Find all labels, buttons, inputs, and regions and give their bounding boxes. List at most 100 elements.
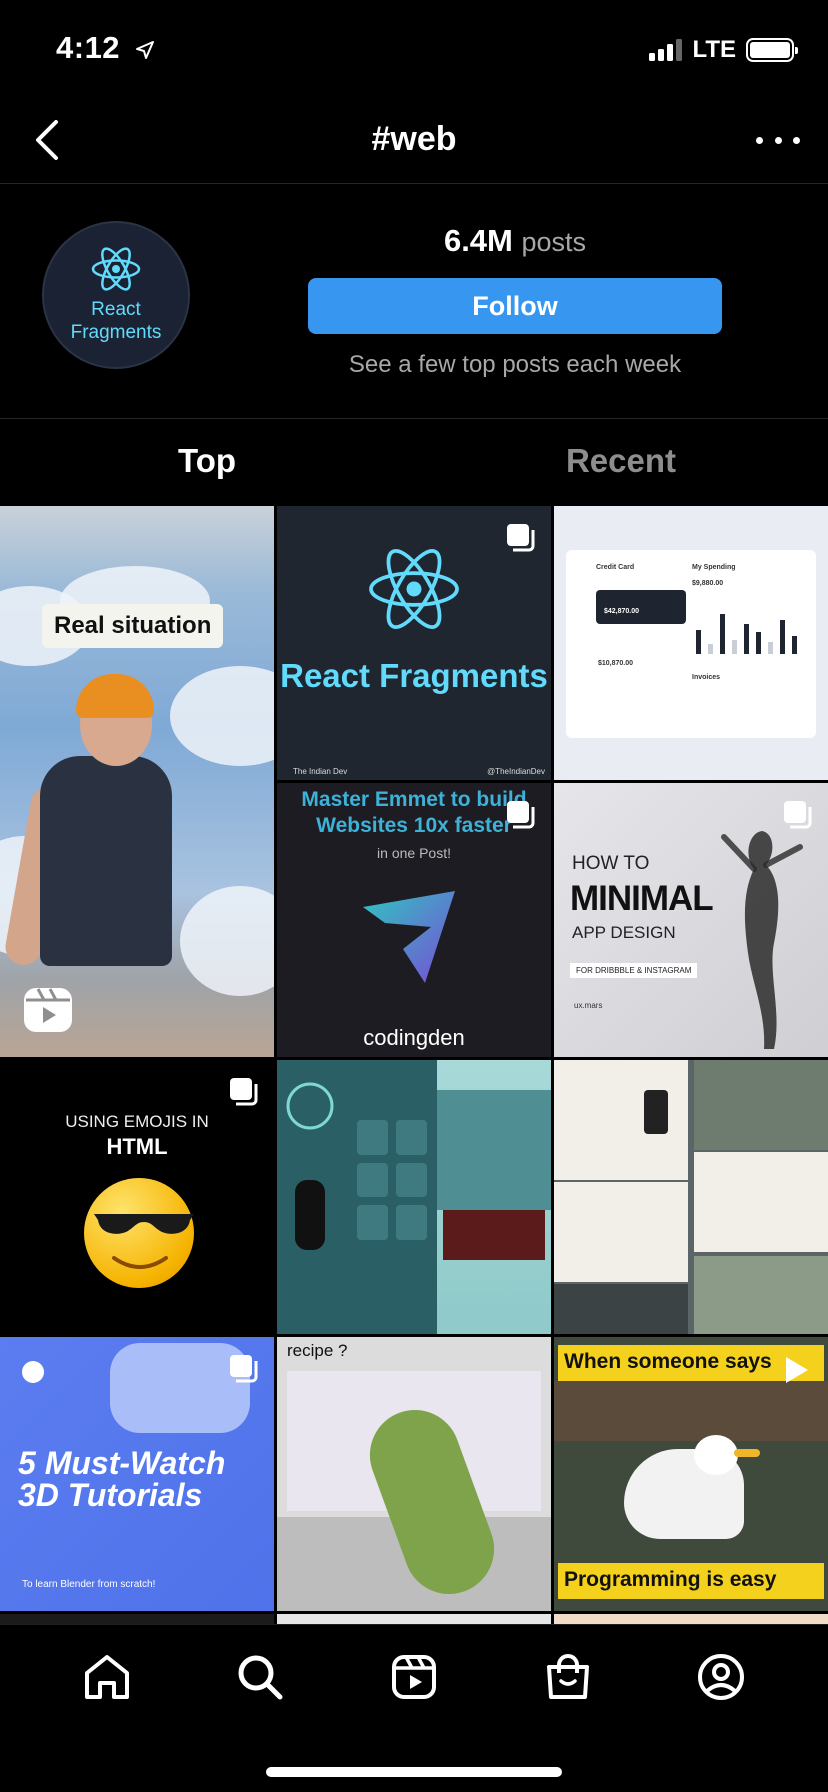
post-text: in one Post! [377,845,451,861]
carousel-icon [507,524,535,552]
post-tile[interactable]: recipe ? [277,1337,551,1611]
dashboard-amount: $10,870.00 [598,660,634,667]
post-tile[interactable]: React Fragments The Indian Dev @TheIndia… [277,506,551,780]
control-grid [357,1120,427,1240]
top-nav: #web [0,100,828,184]
avatar-label: React Fragments [70,299,162,343]
more-dot-icon [774,136,782,144]
post-text: recipe ? [287,1341,348,1360]
carousel-icon [230,1355,258,1383]
post-text: HTML [106,1134,168,1159]
reels-icon [391,1655,436,1699]
post-brand: codingden [363,1025,465,1050]
next-row-peek [0,1614,274,1624]
hashtag-header: React Fragments 6.4M posts Follow See a … [0,185,828,419]
status-time: 4:12 [56,30,155,68]
more-options-button[interactable] [756,122,800,158]
post-caption: Real situation [42,604,224,648]
carousel-icon [230,1078,258,1106]
meme-caption: Programming is easy [558,1563,824,1599]
design-page [554,1182,688,1282]
post-text: FOR DRIBBBLE & INSTAGRAM [570,963,698,978]
next-row-peek [554,1614,828,1624]
card-graphic [596,590,686,624]
follow-subtitle: See a few top posts each week [348,351,682,378]
design-page [554,1284,688,1334]
post-text: 5 Must-Watch 3D Tutorials [18,1445,226,1513]
carousel-icon [784,801,812,829]
sunglasses-icon [94,1214,194,1234]
home-indicator[interactable] [266,1767,562,1777]
post-text: MINIMAL [570,879,714,918]
avatar [22,1361,44,1383]
post-tile[interactable]: Credit Card $42,870.00 $10,870.00 My Spe… [554,506,828,780]
dashboard-label: My Spending [692,564,736,571]
post-text: To learn Blender from scratch! [22,1579,156,1590]
dashboard-panel: Credit Card $42,870.00 $10,870.00 My Spe… [566,550,816,738]
dashboard-label: Credit Card [596,564,635,571]
react-logo-icon [91,247,141,291]
seagull-head [694,1435,738,1475]
design-page [694,1152,828,1252]
post-tile[interactable]: 5 Must-Watch 3D Tutorials To learn Blend… [0,1337,274,1611]
post-text: ux.mars [574,1001,603,1010]
dashboard-amount: $42,870.00 [604,608,640,615]
tab-profile[interactable] [693,1649,749,1705]
home-icon [84,1655,129,1699]
tab-top[interactable]: Top [0,420,414,506]
tab-shop[interactable] [540,1649,596,1705]
post-tile[interactable]: Master Emmet to build Websites 10x faste… [277,783,551,1057]
shopping-bag-icon [546,1654,589,1699]
post-tile[interactable] [277,1060,551,1334]
post-count: 6.4M posts [308,223,722,259]
hashtag-avatar: React Fragments [42,221,190,369]
design-page [694,1060,828,1150]
post-text: USING EMOJIS IN [65,1112,209,1131]
cloud-shape [170,666,274,766]
bottom-tab-bar [0,1624,828,1792]
reel-icon [22,986,74,1039]
emoji-smile [112,1256,168,1269]
background-roof [554,1381,828,1441]
search-icon [238,1655,283,1700]
next-row-peek [277,1614,551,1624]
network-label: LTE [692,36,736,63]
feed-tabs: Top Recent [0,420,828,506]
play-icon [786,1357,808,1383]
emmet-logo-icon [363,891,455,983]
more-dot-icon [793,136,800,144]
tab-search[interactable] [232,1649,288,1705]
car-graphic [286,1082,334,1250]
concert-graphic [443,1210,545,1260]
react-logo-icon [369,549,459,629]
post-text: APP DESIGN [572,923,676,942]
silhouette-figure [721,831,803,1049]
page-title: #web [371,120,457,158]
city-graphic [437,1090,551,1210]
post-count-value: 6.4M [443,223,513,258]
post-credit: @TheIndianDev [487,767,545,776]
post-tile[interactable]: Real situation [0,506,274,1057]
tab-reels[interactable] [386,1649,442,1705]
tab-home[interactable] [79,1649,135,1705]
follow-button[interactable]: Follow [308,278,722,334]
person-cap [76,674,154,718]
post-credit: The Indian Dev [293,767,348,776]
post-tile[interactable]: When someone says Programming is easy [554,1337,828,1611]
seagull-beak [734,1449,760,1457]
status-bar: 4:12 LTE [0,0,828,100]
carousel-icon [507,801,535,829]
post-tile[interactable]: USING EMOJIS IN HTML [0,1060,274,1334]
post-count-label: posts [521,227,587,257]
post-tile[interactable] [554,1060,828,1334]
signal-icon [649,39,683,61]
cloud-shape [180,886,274,996]
dashboard-amount: $9,880.00 [692,580,724,587]
status-indicators: LTE [649,36,798,64]
spending-bars [696,602,808,654]
battery-icon [746,38,798,62]
post-tile[interactable]: HOW TO MINIMAL APP DESIGN FOR DRIBBBLE &… [554,783,828,1057]
dashboard-label: Invoices [692,674,721,681]
tab-recent[interactable]: Recent [414,420,828,506]
more-dot-icon [756,136,763,144]
